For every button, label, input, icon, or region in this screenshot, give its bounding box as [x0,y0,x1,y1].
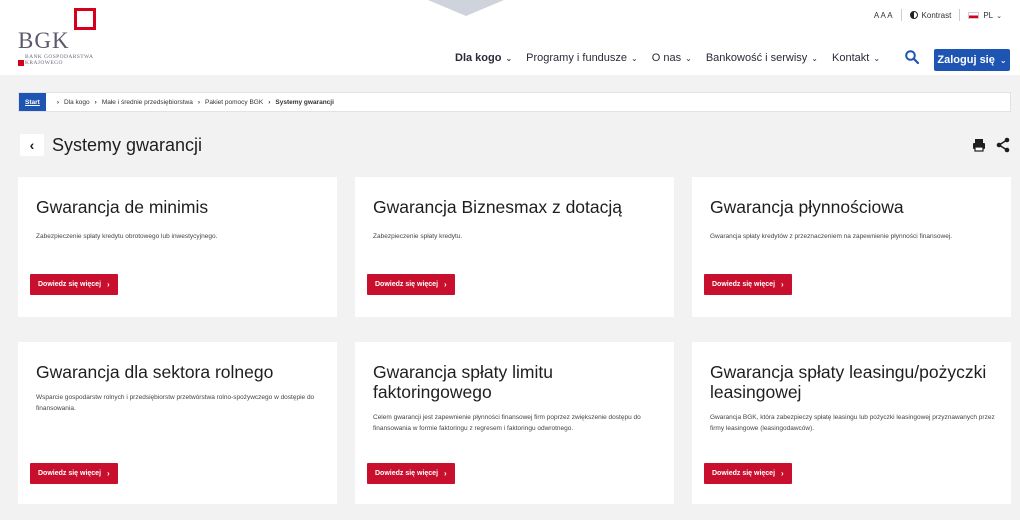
share-icon[interactable] [994,136,1012,154]
chevron-left-icon: ‹ [29,137,35,153]
breadcrumb-start-link[interactable]: Start [19,93,46,111]
logo-subtitle: BANK GOSPODARSTWA KRAJOWEGO [25,54,93,66]
card-gwarancja-leasing: Gwarancja spłaty leasingu/pożyczki leasi… [692,342,1011,504]
learn-more-button[interactable]: Dowiedz się więcej › [367,463,455,484]
breadcrumb-current: Systemy gwarancji [275,98,334,106]
breadcrumb-separator-icon: › [94,98,97,106]
breadcrumb-separator-icon: › [56,98,59,106]
nav-item-kontakt[interactable]: Kontakt ⌄ [832,52,880,64]
nav-label: Kontakt [832,52,870,64]
nav-item-o-nas[interactable]: O nas ⌄ [652,52,692,64]
button-label: Dowiedz się więcej [375,470,439,477]
utility-bar: A A A Kontrast PL ⌄ [874,9,1002,21]
header-notch-decoration [428,0,504,16]
chevron-right-icon: › [444,469,447,478]
chevron-down-icon: ⌄ [999,55,1007,65]
breadcrumb-separator-icon: › [268,98,271,106]
card-title: Gwarancja de minimis [36,197,209,217]
card-gwarancja-faktoring: Gwarancja spłaty limitu faktoringowego C… [355,342,674,504]
chevron-right-icon: › [107,469,110,478]
learn-more-button[interactable]: Dowiedz się więcej › [30,274,118,295]
divider [900,9,902,21]
flag-pl-icon [968,11,980,19]
logo-dot-icon [18,60,24,66]
card-description: Wsparcie gospodarstw rolnych i przedsięb… [36,394,315,412]
nav-label: Bankowość i serwisy [705,52,808,64]
logo-text: BGK [18,28,70,53]
card-gwarancja-plynnosciowa: Gwarancja płynnościowa Gwarancja spłaty … [692,177,1011,317]
logo-subtitle-line2: KRAJOWEGO [25,60,63,66]
logo-square-icon [74,8,96,30]
nav-label: O nas [651,52,682,64]
card-title: Gwarancja spłaty leasingu/pożyczki leasi… [710,362,987,402]
nav-label: Programy i fundusze [526,52,628,64]
card-gwarancja-de-minimis: Gwarancja de minimis Zabezpieczenie spła… [18,177,337,317]
learn-more-button[interactable]: Dowiedz się więcej › [30,463,118,484]
chevron-down-icon: ⌄ [873,54,881,63]
chevron-down-icon: ⌄ [685,54,692,63]
breadcrumb: Start › Dla kogo › Małe i średnie przeds… [18,92,1011,112]
print-icon[interactable] [970,136,988,154]
card-description: Gwarancja BGK, która zabezpieczy spłatę … [710,414,995,432]
breadcrumb-item[interactable]: Pakiet pomocy BGK [205,99,263,106]
chevron-right-icon: › [781,280,784,289]
page-title: Systemy gwarancji [52,135,203,155]
login-button[interactable]: Zaloguj się ⌄ [934,49,1010,71]
nav-label: Dla kogo [455,52,502,64]
button-label: Dowiedz się więcej [38,281,102,288]
learn-more-button[interactable]: Dowiedz się więcej › [704,274,792,295]
breadcrumb-item[interactable]: Dla kogo [64,99,90,106]
card-title: Gwarancja Biznesmax z dotacją [373,197,622,217]
breadcrumb-item[interactable]: Małe i średnie przedsiębiorstwa [102,99,193,106]
card-title: Gwarancja dla sektora rolnego [36,362,274,382]
divider [959,9,961,21]
button-label: Dowiedz się więcej [38,470,102,477]
card-title: Gwarancja spłaty limitu faktoringowego [373,362,553,402]
button-label: Dowiedz się więcej [712,281,776,288]
card-title: Gwarancja płynnościowa [710,197,904,217]
nav-item-dla-kogo[interactable]: Dla kogo ⌄ [455,52,512,64]
chevron-down-icon: ⌄ [996,12,1002,20]
site-header: BGK BANK GOSPODARSTWA KRAJOWEGO A A A Ko… [0,0,1020,75]
bgk-logo[interactable]: BGK BANK GOSPODARSTWA KRAJOWEGO [18,8,128,68]
language-label: PL [983,10,994,20]
back-button[interactable]: ‹ [20,134,44,156]
card-description: Zabezpieczenie spłaty kredytu. [373,233,463,240]
button-label: Dowiedz się więcej [375,281,439,288]
main-nav: Dla kogo ⌄ Programy i fundusze ⌄ O nas ⌄ Ba… [455,52,894,64]
contrast-toggle[interactable]: Kontrast [909,10,952,20]
chevron-down-icon: ⌄ [505,54,513,63]
card-gwarancja-sektor-rolny: Gwarancja dla sektora rolnego Wsparcie g… [18,342,337,504]
chevron-right-icon: › [781,469,784,478]
card-description: Celem gwarancji jest zapewnienie płynnoś… [373,414,641,432]
card-description: Gwarancja spłaty kredytów z przeznaczeni… [710,233,953,240]
nav-item-bankowosc[interactable]: Bankowość i serwisy ⌄ [706,52,818,64]
language-selector[interactable]: PL ⌄ [968,11,1002,20]
chevron-right-icon: › [444,280,447,289]
contrast-label: Kontrast [921,10,952,20]
learn-more-button[interactable]: Dowiedz się więcej › [367,274,455,295]
chevron-right-icon: › [107,280,110,289]
card-description: Zabezpieczenie spłaty kredytu obrotowego… [36,233,218,240]
card-gwarancja-biznesmax: Gwarancja Biznesmax z dotacją Zabezpiecz… [355,177,674,317]
contrast-icon [909,10,918,19]
font-size-control[interactable]: A A A [874,11,893,20]
chevron-down-icon: ⌄ [631,54,638,63]
learn-more-button[interactable]: Dowiedz się więcej › [704,463,792,484]
nav-item-programy[interactable]: Programy i fundusze ⌄ [526,52,638,64]
button-label: Dowiedz się więcej [712,470,776,477]
chevron-down-icon: ⌄ [811,54,818,63]
login-label: Zaloguj się [937,54,995,66]
search-icon[interactable] [905,50,919,64]
breadcrumb-separator-icon: › [197,98,201,106]
